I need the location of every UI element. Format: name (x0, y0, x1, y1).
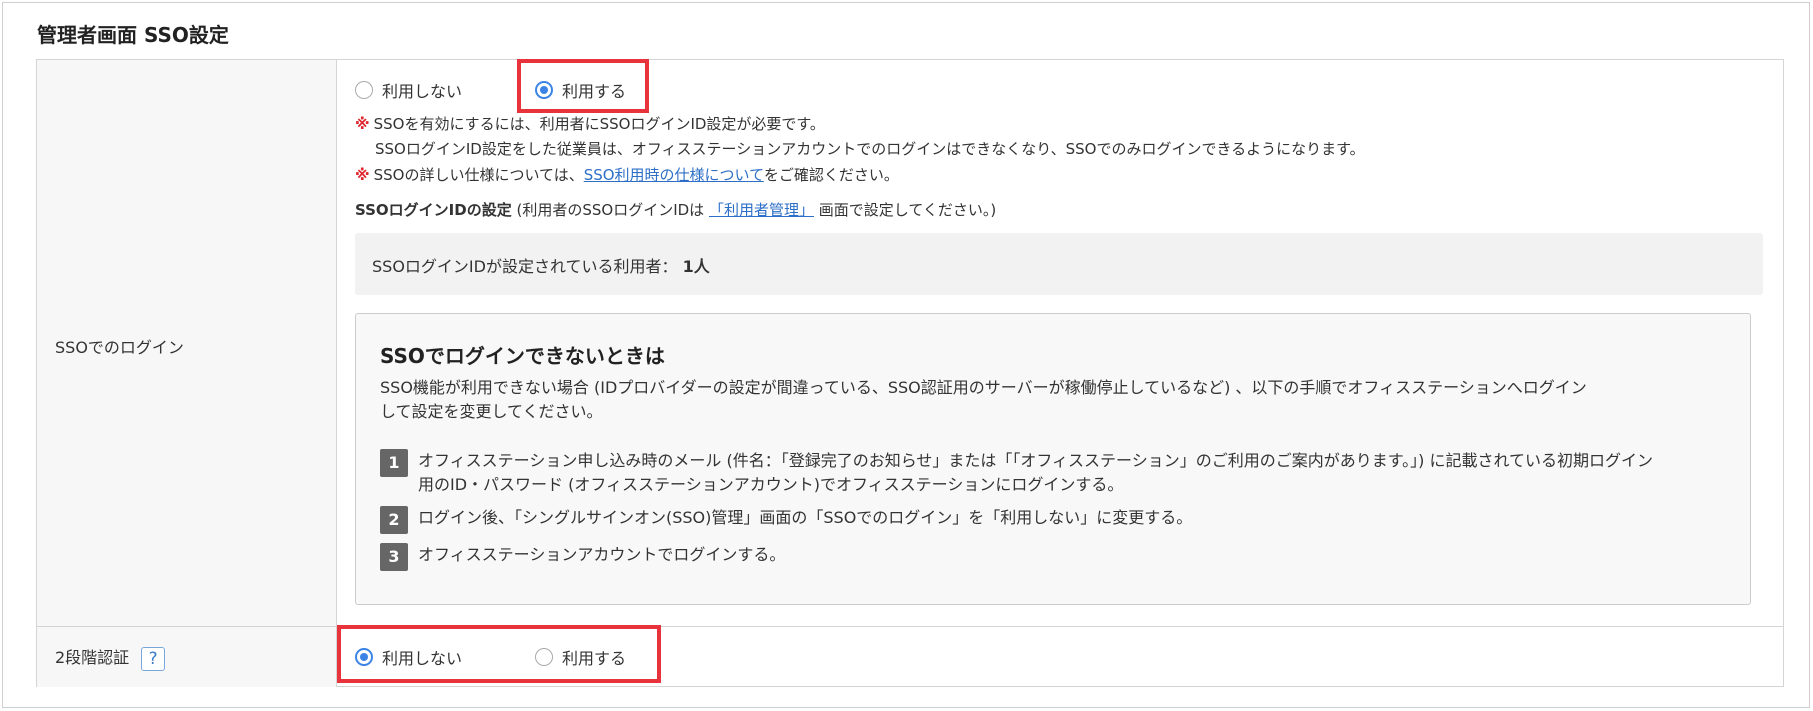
guide-title: SSOでログインできないときは (380, 344, 665, 368)
radio-unchecked-icon[interactable] (355, 81, 373, 99)
help-icon[interactable]: ? (141, 646, 166, 671)
step-text: オフィスステーション申し込み時のメール (件名：「登録完了のお知らせ」または「「… (418, 451, 1653, 494)
guide-step: 3 オフィスステーションアカウントでログインする。 (380, 543, 1720, 571)
two-factor-highlight-box (337, 625, 661, 683)
sso-note-1: ※ SSOを有効にするには、利用者にSSOログインID設定が必要です。 (355, 115, 825, 133)
sso-login-highlight-box (517, 59, 649, 113)
sso-note-2: ※ SSOの詳しい仕様については、SSO利用時の仕様についてをご確認ください。 (355, 166, 899, 184)
sso-login-option-off-label: 利用しない (382, 82, 463, 101)
step-text: ログイン後、「シングルサインオン(SSO)管理」画面の「SSOでのログイン」を「… (418, 508, 1193, 527)
step-text: オフィスステーションアカウントでログインする。 (418, 545, 786, 564)
sso-fallback-guide: SSOでログインできないときは SSO機能が利用できない場合 (IDプロバイダー… (355, 313, 1751, 605)
sso-login-label: SSOでのログイン (55, 338, 184, 357)
step-number-badge: 2 (380, 506, 408, 534)
sso-id-setting-heading: SSOログインIDの設定 (355, 201, 512, 219)
sso-login-option-off[interactable]: 利用しない (355, 78, 462, 102)
sso-spec-link[interactable]: SSO利用時の仕様について (584, 166, 764, 184)
step-number-badge: 1 (380, 449, 408, 477)
two-factor-label-cell: 2段階認証? (37, 626, 337, 687)
step-number-badge: 3 (380, 543, 408, 571)
user-management-link[interactable]: 「利用者管理」 (709, 201, 814, 219)
sso-login-label-cell: SSOでのログイン (37, 60, 337, 626)
sso-user-count-box: SSOログインIDが設定されている利用者： 1人 (355, 233, 1763, 295)
sso-user-count: SSOログインIDが設定されている利用者： 1人 (372, 257, 710, 276)
guide-step: 1 オフィスステーション申し込み時のメール (件名：「登録完了のお知らせ」または… (380, 449, 1720, 497)
page-title: 管理者画面 SSO設定 (37, 23, 229, 47)
guide-step: 2 ログイン後、「シングルサインオン(SSO)管理」画面の「SSOでのログイン」… (380, 506, 1720, 534)
sso-id-setting-line: SSOログインIDの設定 (利用者のSSOログインIDは 「利用者管理」 画面で… (355, 201, 997, 219)
two-factor-label: 2段階認証? (55, 644, 166, 671)
sso-note-1-cont: SSOログインID設定をした従業員は、オフィスステーションアカウントでのログイン… (375, 140, 1365, 158)
guide-description: SSO機能が利用できない場合 (IDプロバイダーの設定が間違っている、SSO認証… (380, 378, 1587, 421)
